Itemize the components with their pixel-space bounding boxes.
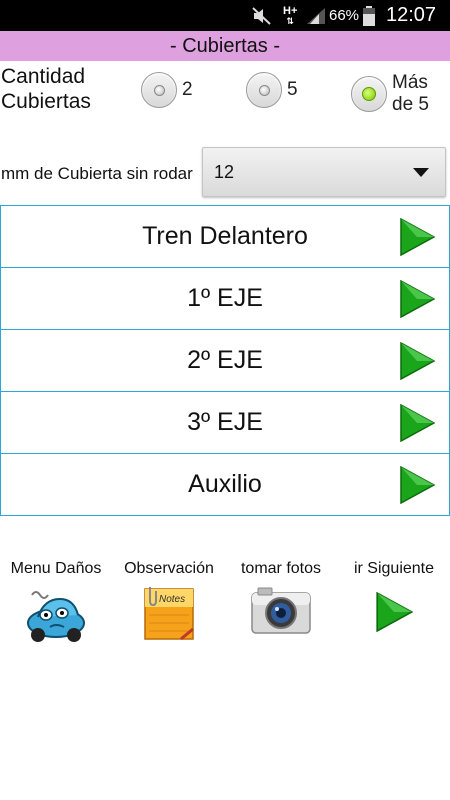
section-label: 1º EJE [187,284,263,312]
radio-button[interactable] [141,72,177,108]
section-label: Auxilio [188,470,262,498]
observacion-button[interactable]: Observación Notes [113,560,225,643]
radio-button-selected[interactable] [351,76,387,112]
section-row-tren-delantero[interactable]: Tren Delantero [0,205,450,268]
radio-option-5[interactable]: 5 [246,72,298,108]
tool-label: ir Siguiente [353,560,435,577]
section-label: 3º EJE [187,408,263,436]
mute-icon [251,0,273,31]
battery-percent: 66% [329,7,360,24]
ir-siguiente-button[interactable]: ir Siguiente [338,560,450,632]
mm-dropdown-value: 12 [214,161,235,182]
damaged-car-icon[interactable] [24,585,88,645]
radio-dot-selected [362,87,376,101]
section-row-3-eje[interactable]: 3º EJE [0,391,450,454]
green-play-arrow-icon[interactable] [399,280,435,318]
green-play-arrow-icon[interactable] [399,342,435,380]
section-row-2-eje[interactable]: 2º EJE [0,329,450,392]
quantity-label: Cantidad Cubiertas [1,65,91,113]
signal-icon [306,0,326,31]
section-row-1-eje[interactable]: 1º EJE [0,267,450,330]
battery-icon [362,0,376,31]
section-row-auxilio[interactable]: Auxilio [0,453,450,516]
menu-danos-button[interactable]: Menu Daños [0,560,112,645]
radio-dot [258,84,270,96]
status-bar: H+ ⇅ 66% 12:07 [0,0,450,31]
page-title: - Cubiertas - [0,31,450,61]
green-play-arrow-icon[interactable] [399,218,435,256]
radio-button[interactable] [246,72,282,108]
green-play-arrow-icon[interactable] [399,466,435,504]
radio-label: 2 [182,79,193,100]
section-list: Tren Delantero 1º EJE 2º EJE 3º EJE Auxi… [0,205,450,516]
green-play-arrow-icon[interactable] [375,592,413,632]
notes-icon[interactable]: Notes [141,585,197,643]
mm-dropdown[interactable]: 12 [202,147,446,197]
tool-label: Observación [124,560,214,577]
network-type-indicator: H+ ⇅ [283,0,297,31]
tool-label: Menu Daños [10,560,102,577]
radio-option-2[interactable]: 2 [141,72,193,108]
radio-dot [153,84,165,96]
green-play-arrow-icon[interactable] [399,404,435,442]
camera-icon[interactable] [250,585,312,635]
data-transfer-icon: ⇅ [286,15,294,26]
section-label: 2º EJE [187,346,263,374]
section-label: Tren Delantero [142,222,308,250]
radio-label: Más de 5 [392,72,429,115]
clock: 12:07 [386,4,437,26]
notes-icon-text: Notes [159,594,185,605]
tomar-fotos-button[interactable]: tomar fotos [225,560,337,635]
radio-option-mas-de-5[interactable]: Más de 5 [351,72,436,116]
network-type-label: H+ [283,4,298,17]
radio-label: 5 [287,79,298,100]
dropdown-caret-icon [413,168,429,177]
tool-label: tomar fotos [240,560,322,577]
mm-label: mm de Cubierta sin rodar [1,164,193,183]
